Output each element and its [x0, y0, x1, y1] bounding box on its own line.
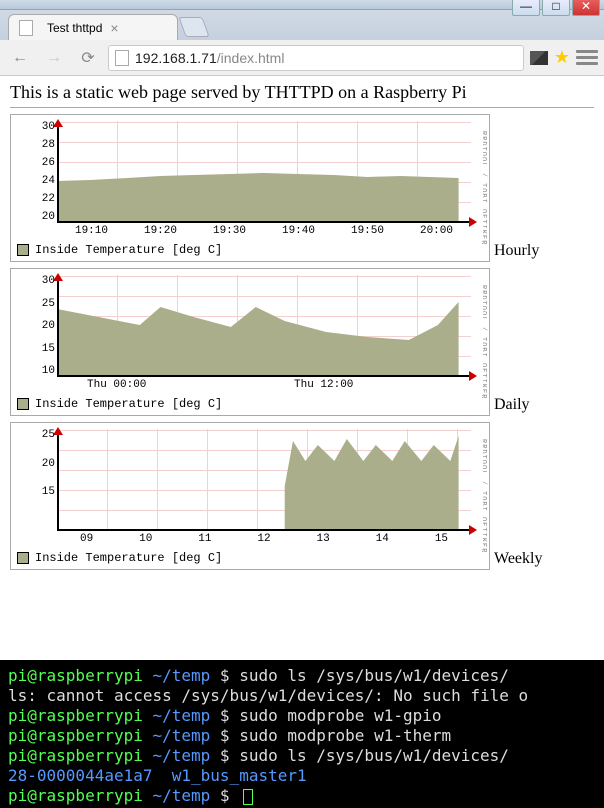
chart-hourly: RRDTOOL / TOBI OETIKER 302826242220 19:1… — [10, 114, 490, 262]
label-weekly: Weekly — [494, 550, 542, 568]
label-hourly: Hourly — [494, 242, 539, 260]
url-domain: 192.168.1.71 — [135, 50, 217, 66]
close-button[interactable]: ✕ — [572, 0, 600, 16]
yticks-weekly: 252015 — [17, 429, 55, 531]
yticks-hourly: 302826242220 — [17, 121, 55, 223]
xticks-weekly: 09101112131415 — [57, 533, 471, 549]
star-icon[interactable]: ★ — [554, 47, 570, 68]
page-icon — [19, 20, 33, 36]
cursor — [243, 789, 253, 805]
back-button[interactable]: ← — [6, 45, 34, 71]
label-daily: Daily — [494, 396, 530, 414]
terminal[interactable]: pi@raspberrypi ~/temp $ sudo ls /sys/bus… — [0, 660, 604, 808]
divider — [10, 107, 594, 108]
xticks-daily: Thu 00:00Thu 12:00 — [57, 379, 471, 395]
legend-hourly: Inside Temperature [deg C] — [17, 243, 483, 257]
legend-daily: Inside Temperature [deg C] — [17, 397, 483, 411]
window-titlebar: — □ ✕ — [0, 0, 604, 10]
browser-tab[interactable]: Test thttpd × — [8, 14, 178, 40]
menu-button[interactable] — [576, 50, 598, 65]
legend-weekly: Inside Temperature [deg C] — [17, 551, 483, 565]
bookmark-flag-icon[interactable] — [530, 51, 548, 65]
toolbar: ← → ⟳ 192.168.1.71/index.html ★ — [0, 40, 604, 76]
page-viewport: This is a static web page served by THTT… — [0, 76, 604, 660]
reload-button[interactable]: ⟳ — [74, 45, 102, 71]
tab-title: Test thttpd — [47, 21, 102, 35]
close-tab-icon[interactable]: × — [110, 20, 118, 36]
new-tab-button[interactable] — [178, 17, 209, 37]
xticks-hourly: 19:1019:2019:3019:4019:5020:00 — [57, 225, 471, 241]
yticks-daily: 3025201510 — [17, 275, 55, 377]
forward-button[interactable]: → — [40, 45, 68, 71]
site-icon — [115, 50, 129, 66]
address-bar[interactable]: 192.168.1.71/index.html — [108, 45, 524, 71]
chart-daily: RRDTOOL / TOBI OETIKER 3025201510 Thu 00… — [10, 268, 490, 416]
url-path: /index.html — [217, 50, 285, 66]
page-heading: This is a static web page served by THTT… — [10, 82, 594, 103]
chart-weekly: RRDTOOL / TOBI OETIKER 252015 0910111213… — [10, 422, 490, 570]
minimize-button[interactable]: — — [512, 0, 540, 16]
maximize-button[interactable]: □ — [542, 0, 570, 16]
